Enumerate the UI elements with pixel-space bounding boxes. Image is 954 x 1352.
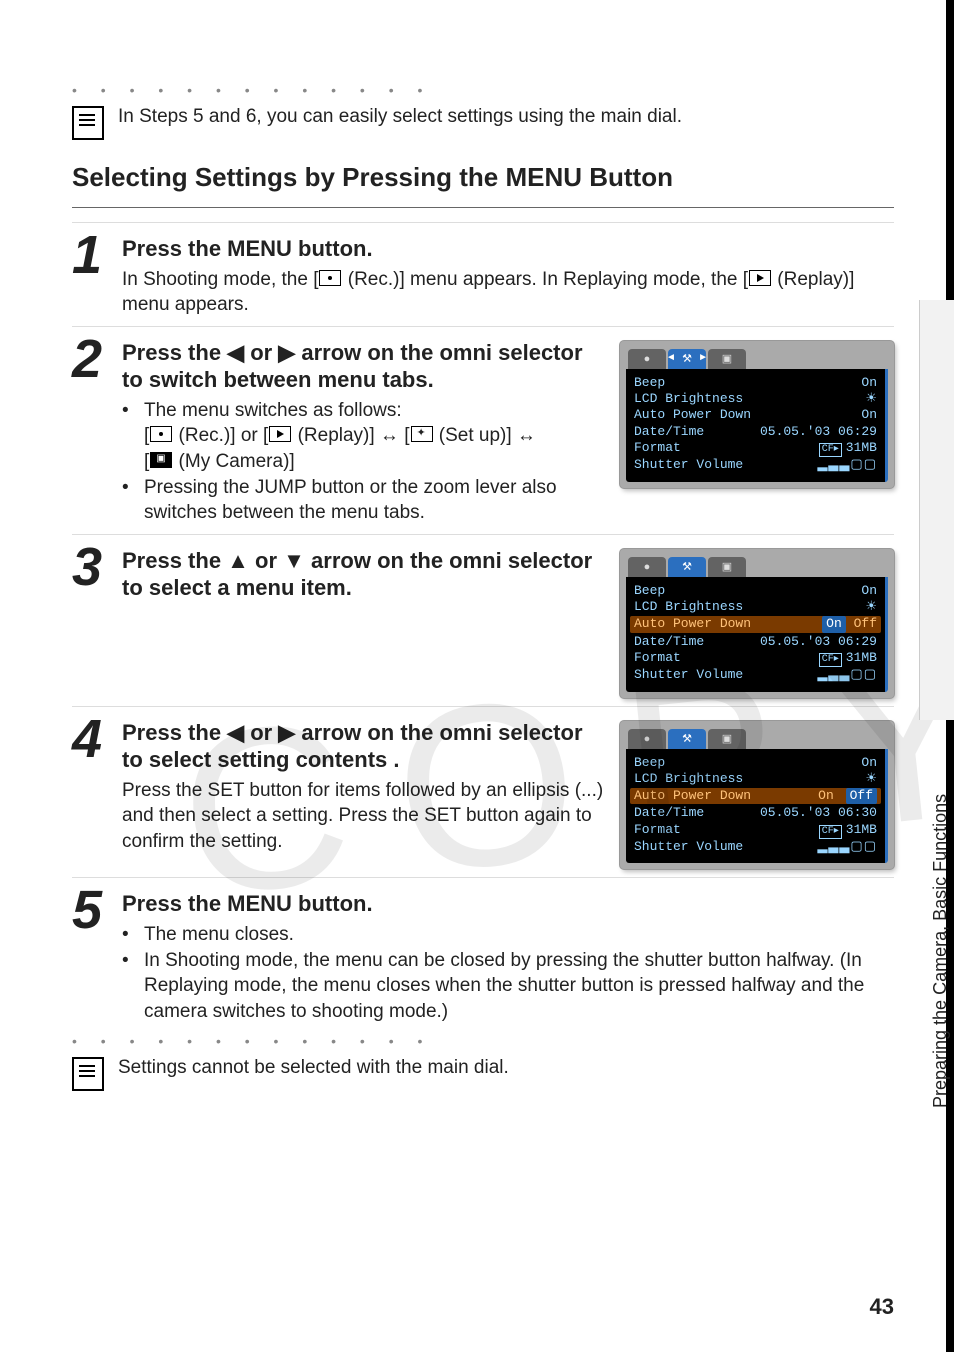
lcd-screen-b: BeepOn LCD Brightness☀ Auto Power DownOn…	[626, 577, 888, 692]
lcd-tab-setup: ⚒	[668, 349, 706, 369]
step-1-text-b: (Rec.)] menu appears. In Replaying mode,…	[342, 269, 748, 290]
seq-f: (My Camera)]	[173, 451, 294, 472]
step-2-head: Press the ◀ or ▶ arrow on the omni selec…	[122, 339, 608, 394]
step-3-head: Press the ▲ or ▼ arrow on the omni selec…	[122, 547, 608, 602]
note-top-text: In Steps 5 and 6, you can easily select …	[118, 104, 682, 130]
section-title: Selecting Settings by Pressing the MENU …	[72, 162, 894, 193]
seq-e: [	[144, 451, 149, 472]
step-5-bullet1: The menu closes.	[144, 922, 294, 948]
lcd-tab-mycamera: ▣	[708, 349, 746, 369]
note-icon	[72, 106, 104, 140]
lcd-tab-mycamera: ▣	[708, 557, 746, 577]
step-1-head: Press the MENU button.	[122, 235, 894, 263]
lcd-tab-rec: ●	[628, 557, 666, 577]
lcd-tab-setup: ⚒	[668, 729, 706, 749]
seq-d: (Set up)] ↔	[434, 425, 536, 446]
step-2-bullet1: The menu switches as follows:	[144, 400, 402, 421]
side-tab-label: Preparing the Camera, Basic Functions	[930, 708, 951, 1108]
step-1-number: 1	[72, 231, 114, 318]
lcd-tab-rec: ●	[628, 729, 666, 749]
mycamera-icon	[150, 452, 172, 468]
seq-c: (Replay)] ↔ [	[292, 425, 409, 446]
rec-icon	[150, 426, 172, 442]
lcd-tab-rec: ●	[628, 349, 666, 369]
step-5: 5 Press the MENU button. •The menu close…	[72, 877, 894, 1024]
note-top: In Steps 5 and 6, you can easily select …	[72, 104, 894, 140]
side-tab: Preparing the Camera, Basic Functions	[919, 300, 954, 720]
setup-icon	[411, 426, 433, 442]
lcd-tab-setup: ⚒	[668, 557, 706, 577]
seq-b: (Rec.)] or [	[173, 425, 268, 446]
step-3: 3 Press the ▲ or ▼ arrow on the omni sel…	[72, 534, 894, 698]
step-2-body: • The menu switches as follows: [ (Rec.)…	[122, 398, 608, 526]
dotted-rule-bottom: • • • • • • • • • • • • • • • • • • • • …	[72, 1033, 432, 1049]
replay-icon	[269, 426, 291, 442]
step-4: 4 Press the ◀ or ▶ arrow on the omni sel…	[72, 706, 894, 870]
step-2-number: 2	[72, 335, 114, 526]
step-1: 1 Press the MENU button. In Shooting mod…	[72, 222, 894, 318]
step-1-text-a: In Shooting mode, the [	[122, 269, 318, 290]
lcd-screenshot-tabs: ● ⚒ ▣ BeepOn LCD Brightness☀ Auto Power …	[620, 341, 894, 488]
page-number: 43	[870, 1294, 894, 1320]
lcd-screenshot-select-item: ● ⚒ ▣ BeepOn LCD Brightness☀ Auto Power …	[620, 549, 894, 698]
note-bottom-text: Settings cannot be selected with the mai…	[118, 1055, 509, 1081]
step-4-head: Press the ◀ or ▶ arrow on the omni selec…	[122, 719, 608, 774]
seq-a: [	[144, 425, 149, 446]
rec-icon	[319, 270, 341, 286]
step-5-head: Press the MENU button.	[122, 890, 894, 918]
step-1-body: In Shooting mode, the [ (Rec.)] menu app…	[122, 267, 894, 318]
page-content: • • • • • • • • • • • • • • • • • • • • …	[0, 0, 954, 1352]
note-icon	[72, 1057, 104, 1091]
step-4-number: 4	[72, 715, 114, 870]
lcd-screen-c: BeepOn LCD Brightness☀ Auto Power DownOn…	[626, 749, 888, 864]
lcd-screen-a: BeepOn LCD Brightness☀ Auto Power DownOn…	[626, 369, 888, 482]
step-2-bullet2: Pressing the JUMP button or the zoom lev…	[144, 475, 608, 526]
lcd-tab-mycamera: ▣	[708, 729, 746, 749]
section-rule	[72, 207, 894, 208]
lcd-screenshot-select-setting: ● ⚒ ▣ BeepOn LCD Brightness☀ Auto Power …	[620, 721, 894, 870]
note-bottom: Settings cannot be selected with the mai…	[72, 1055, 894, 1091]
dotted-rule-top: • • • • • • • • • • • • • • • • • • • • …	[72, 82, 432, 98]
replay-icon	[749, 270, 771, 286]
step-4-body: Press the SET button for items followed …	[122, 778, 608, 855]
step-2: 2 Press the ◀ or ▶ arrow on the omni sel…	[72, 326, 894, 526]
step-5-number: 5	[72, 886, 114, 1024]
step-5-bullet2: In Shooting mode, the menu can be closed…	[144, 948, 894, 1025]
step-5-body: •The menu closes. •In Shooting mode, the…	[122, 922, 894, 1025]
step-3-number: 3	[72, 543, 114, 698]
